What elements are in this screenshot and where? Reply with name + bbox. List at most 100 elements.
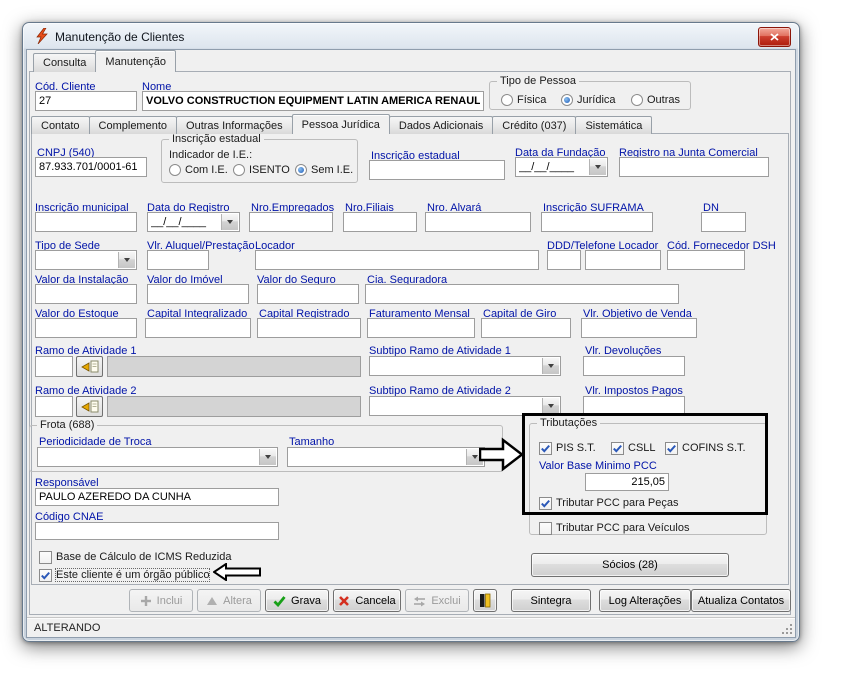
ramo-atividade-2-code-input[interactable] bbox=[35, 396, 73, 417]
inscricao-estadual-input[interactable] bbox=[369, 160, 505, 180]
close-button[interactable] bbox=[758, 27, 791, 47]
sintegra-button[interactable]: Sintegra bbox=[511, 589, 591, 612]
ramo-atividade-2-lookup-button[interactable] bbox=[76, 396, 103, 417]
capital-giro-input[interactable] bbox=[481, 318, 571, 338]
valor-seguro-input[interactable] bbox=[257, 284, 359, 304]
nro-filiais-input[interactable] bbox=[343, 212, 417, 232]
radio-sem-ie[interactable]: Sem I.E. bbox=[295, 163, 353, 177]
checkbox-icon bbox=[539, 441, 552, 455]
codigo-cnae-input[interactable] bbox=[35, 522, 279, 540]
radio-isento[interactable]: ISENTO bbox=[233, 163, 290, 177]
valor-base-pcc-input[interactable] bbox=[585, 473, 669, 491]
tab-manutencao[interactable]: Manutenção bbox=[95, 50, 176, 72]
cod-cliente-input[interactable] bbox=[35, 91, 137, 111]
radio-icon bbox=[631, 94, 643, 106]
chevron-down-icon[interactable] bbox=[466, 449, 483, 465]
nro-alvara-input[interactable] bbox=[425, 212, 531, 232]
ramo-atividade-1-lookup-button[interactable] bbox=[76, 356, 103, 377]
checkbox-tributar-veiculos[interactable]: Tributar PCC para Veículos bbox=[539, 521, 689, 535]
dn-input[interactable] bbox=[701, 212, 746, 232]
checkbox-orgao-publico[interactable]: Este cliente é um órgão público bbox=[39, 568, 211, 582]
subtipo-ramo-2-select[interactable] bbox=[369, 396, 561, 416]
vlr-devolucoes-input[interactable] bbox=[583, 356, 685, 376]
chevron-down-icon[interactable] bbox=[118, 252, 135, 268]
exclui-button[interactable]: Exclui bbox=[405, 589, 469, 612]
subtipo-ramo-1-select[interactable] bbox=[369, 356, 561, 376]
cia-seguradora-input[interactable] bbox=[365, 284, 679, 304]
status-bar: ALTERANDO bbox=[27, 617, 795, 637]
data-fundacao-picker[interactable]: __/__/____ bbox=[515, 157, 608, 177]
tab-contato[interactable]: Contato bbox=[31, 116, 90, 134]
grava-button[interactable]: Grava bbox=[265, 589, 329, 612]
resize-grip-icon[interactable] bbox=[781, 623, 793, 635]
inscricao-suframa-input[interactable] bbox=[541, 212, 653, 232]
ddd-locador-input[interactable] bbox=[547, 250, 581, 270]
titlebar[interactable]: Manutenção de Clientes bbox=[23, 23, 799, 49]
tamanho-select[interactable] bbox=[287, 447, 485, 467]
ramo-atividade-1-code-input[interactable] bbox=[35, 356, 73, 377]
radio-isento-label: ISENTO bbox=[249, 164, 290, 176]
tab-dados-adicionais-label: Dados Adicionais bbox=[398, 120, 484, 132]
nro-empregados-input[interactable] bbox=[249, 212, 333, 232]
radio-outras-label: Outras bbox=[647, 94, 681, 106]
radio-juridica[interactable]: Jurídica bbox=[561, 93, 616, 107]
socios-button[interactable]: Sócios (28) bbox=[531, 553, 729, 577]
faturamento-mensal-input[interactable] bbox=[367, 318, 475, 338]
chevron-down-icon[interactable] bbox=[542, 398, 559, 414]
log-alteracoes-button[interactable]: Log Alterações bbox=[599, 589, 691, 612]
tab-consulta[interactable]: Consulta bbox=[33, 53, 97, 72]
radio-fisica-label: Física bbox=[517, 94, 547, 106]
tab-sistematica-label: Sistemática bbox=[585, 120, 643, 132]
exclui-button-label: Exclui bbox=[431, 594, 461, 607]
radio-com-ie[interactable]: Com I.E. bbox=[169, 163, 228, 177]
chevron-down-icon[interactable] bbox=[542, 358, 559, 374]
checkbox-csll-label: CSLL bbox=[628, 442, 656, 454]
vlr-impostos-pagos-input[interactable] bbox=[583, 396, 685, 416]
atualiza-contatos-button[interactable]: Atualiza Contatos bbox=[691, 589, 791, 612]
inclui-button[interactable]: Inclui bbox=[129, 589, 193, 612]
tab-complemento[interactable]: Complemento bbox=[88, 116, 178, 134]
tab-dados-adicionais[interactable]: Dados Adicionais bbox=[388, 116, 494, 134]
chevron-down-icon[interactable] bbox=[259, 449, 276, 465]
vlr-aluguel-input[interactable] bbox=[147, 250, 209, 270]
capital-integralizado-input[interactable] bbox=[145, 318, 251, 338]
tab-credito[interactable]: Crédito (037) bbox=[492, 116, 577, 134]
icon-button[interactable] bbox=[473, 589, 497, 612]
tab-sistematica[interactable]: Sistemática bbox=[575, 116, 653, 134]
checkbox-cofins-st[interactable]: COFINS S.T. bbox=[665, 441, 746, 455]
checkbox-cofins-st-label: COFINS S.T. bbox=[682, 442, 746, 454]
vlr-objetivo-venda-input[interactable] bbox=[581, 318, 697, 338]
check-icon bbox=[273, 595, 286, 607]
checkbox-csll[interactable]: CSLL bbox=[611, 441, 656, 455]
cancela-button[interactable]: Cancela bbox=[333, 589, 401, 612]
capital-registrado-input[interactable] bbox=[257, 318, 361, 338]
radio-outras[interactable]: Outras bbox=[631, 93, 680, 107]
responsavel-input[interactable] bbox=[35, 488, 279, 506]
valor-instalacao-input[interactable] bbox=[35, 284, 137, 304]
inscricao-municipal-input[interactable] bbox=[35, 212, 137, 232]
tab-outras-informacoes[interactable]: Outras Informações bbox=[176, 116, 293, 134]
nome-input[interactable] bbox=[142, 91, 484, 111]
checkbox-orgao-publico-label: Este cliente é um órgão público bbox=[54, 568, 211, 582]
locador-input[interactable] bbox=[255, 250, 539, 270]
radio-fisica[interactable]: Física bbox=[501, 93, 546, 107]
checkbox-pis-st[interactable]: PIS S.T. bbox=[539, 441, 596, 455]
tipo-pessoa-legend: Tipo de Pessoa bbox=[497, 75, 580, 88]
tab-pessoa-juridica[interactable]: Pessoa Jurídica bbox=[291, 114, 390, 134]
registro-junta-input[interactable] bbox=[619, 157, 769, 177]
altera-button[interactable]: Altera bbox=[197, 589, 261, 612]
cnpj-input[interactable] bbox=[35, 157, 147, 177]
telefone-locador-input[interactable] bbox=[585, 250, 661, 270]
chevron-down-icon[interactable] bbox=[221, 214, 238, 230]
checkbox-tributar-pecas[interactable]: Tributar PCC para Peças bbox=[539, 496, 678, 510]
data-registro-picker[interactable]: __/__/____ bbox=[147, 212, 240, 232]
checkbox-icms-reduzida-label: Base de Cálculo de ICMS Reduzida bbox=[56, 551, 232, 563]
checkbox-icon bbox=[39, 568, 52, 582]
checkbox-icms-reduzida[interactable]: Base de Cálculo de ICMS Reduzida bbox=[39, 550, 231, 564]
tipo-sede-select[interactable] bbox=[35, 250, 137, 270]
valor-imovel-input[interactable] bbox=[147, 284, 249, 304]
valor-estoque-input[interactable] bbox=[35, 318, 137, 338]
chevron-down-icon[interactable] bbox=[589, 159, 606, 175]
periodicidade-troca-select[interactable] bbox=[37, 447, 278, 467]
cod-fornecedor-dsh-input[interactable] bbox=[667, 250, 745, 270]
